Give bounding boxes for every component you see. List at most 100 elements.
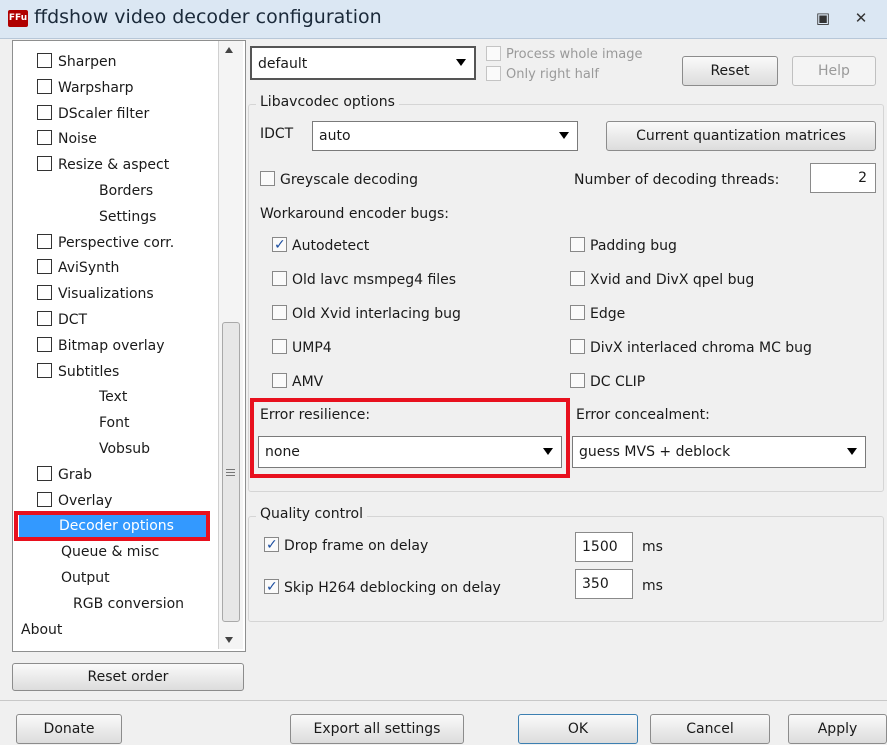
tree-item[interactable]: About xyxy=(21,619,62,641)
only-right-half-option[interactable]: Only right half xyxy=(486,65,599,84)
workaround-option[interactable]: Xvid and DivX qpel bug xyxy=(570,269,754,291)
tree-item-checkbox[interactable] xyxy=(37,53,52,68)
workaround-option[interactable]: Padding bug xyxy=(570,235,677,257)
drop-frame-checkbox[interactable] xyxy=(264,534,279,556)
tree-item[interactable]: Noise xyxy=(37,128,97,150)
process-whole-image-label: Process whole image xyxy=(506,47,643,62)
drop-frame-unit: ms xyxy=(642,539,663,555)
tree-item-label: AviSynth xyxy=(58,260,120,277)
quantization-matrices-button[interactable]: Current quantization matrices xyxy=(606,121,876,151)
scroll-up-icon[interactable] xyxy=(225,47,233,53)
workaround-option[interactable]: Old Xvid interlacing bug xyxy=(272,303,461,325)
tree-item[interactable]: Vobsub xyxy=(99,438,150,460)
grip-icon xyxy=(226,469,235,470)
tree-item[interactable]: DScaler filter xyxy=(37,103,149,125)
workaround-option[interactable]: DivX interlaced chroma MC bug xyxy=(570,337,812,359)
greyscale-option[interactable]: Greyscale decoding xyxy=(260,169,418,191)
tree-item-checkbox[interactable] xyxy=(37,311,52,326)
cancel-button[interactable]: Cancel xyxy=(650,714,770,744)
workaround-checkbox[interactable] xyxy=(570,305,585,320)
preset-combo[interactable]: default xyxy=(250,46,476,80)
filter-tree[interactable]: Sharpen Warpsharp DScaler filter Noise Resiz… xyxy=(12,40,246,652)
tree-item-label: Perspective corr. xyxy=(58,234,175,251)
workaround-checkbox[interactable] xyxy=(570,271,585,286)
workaround-option[interactable]: AMV xyxy=(272,371,323,393)
tree-item-checkbox[interactable] xyxy=(37,78,52,94)
process-whole-image-option[interactable]: Process whole image xyxy=(486,45,643,64)
tree-item-label: DScaler filter xyxy=(58,105,150,122)
tree-item[interactable]: Output xyxy=(61,567,110,589)
drop-frame-label: Drop frame on delay xyxy=(284,538,429,554)
workaround-checkbox[interactable] xyxy=(570,339,585,354)
skip-h264-checkbox[interactable] xyxy=(264,576,279,598)
restore-icon[interactable]: ▣ xyxy=(810,6,836,30)
scroll-down-icon[interactable] xyxy=(225,637,233,643)
workaround-label: UMP4 xyxy=(292,340,332,356)
drop-frame-input[interactable]: 1500 xyxy=(575,532,633,562)
idct-label: IDCT xyxy=(260,126,294,142)
drop-frame-option[interactable]: Drop frame on delay xyxy=(264,534,429,557)
threads-input[interactable]: 2 xyxy=(810,163,876,193)
workaround-checkbox[interactable] xyxy=(570,373,585,388)
greyscale-label: Greyscale decoding xyxy=(280,172,419,188)
tree-item[interactable]: Resize & aspect xyxy=(37,154,169,176)
close-icon[interactable]: ✕ xyxy=(848,6,874,30)
tree-item[interactable]: Font xyxy=(99,412,129,434)
tree-item-checkbox[interactable] xyxy=(37,465,52,481)
tree-item[interactable]: Sharpen xyxy=(37,51,116,73)
tree-item-checkbox[interactable] xyxy=(37,362,52,378)
only-right-half-checkbox[interactable] xyxy=(486,65,501,81)
tree-item-checkbox[interactable] xyxy=(37,259,52,275)
apply-button[interactable]: Apply xyxy=(788,714,887,744)
ok-button[interactable]: OK xyxy=(518,714,638,744)
idct-combo[interactable]: auto xyxy=(312,121,578,151)
tree-scroll-thumb[interactable] xyxy=(222,322,240,622)
process-whole-image-checkbox[interactable] xyxy=(486,45,501,61)
workaround-checkbox[interactable] xyxy=(272,339,287,354)
tree-item-checkbox[interactable] xyxy=(37,156,52,172)
tree-item[interactable]: Queue & misc xyxy=(61,541,159,563)
tree-item-checkbox[interactable] xyxy=(37,233,52,249)
tree-item[interactable]: Visualizations xyxy=(37,283,154,305)
skip-h264-input[interactable]: 350 xyxy=(575,569,633,599)
workaround-option[interactable]: Autodetect xyxy=(272,234,369,257)
workaround-checkbox[interactable] xyxy=(272,305,287,320)
tree-item-checkbox[interactable] xyxy=(37,336,52,352)
tree-item-checkbox[interactable] xyxy=(37,104,52,120)
error-concealment-combo[interactable]: guess MVS + deblock xyxy=(572,436,866,468)
tree-item[interactable]: AviSynth xyxy=(37,257,119,279)
export-settings-button[interactable]: Export all settings xyxy=(290,714,464,744)
error-concealment-value: guess MVS + deblock xyxy=(579,444,731,460)
workaround-checkbox[interactable] xyxy=(272,234,287,256)
reset-button[interactable]: Reset xyxy=(682,56,778,86)
tree-item[interactable]: Perspective corr. xyxy=(37,232,174,254)
workaround-checkbox[interactable] xyxy=(570,237,585,252)
tree-item[interactable]: Warpsharp xyxy=(37,77,134,99)
workaround-option[interactable]: Edge xyxy=(570,303,625,325)
tree-item[interactable]: Overlay xyxy=(37,490,112,512)
tree-item[interactable]: Bitmap overlay xyxy=(37,335,165,357)
help-button[interactable]: Help xyxy=(792,56,876,86)
reset-order-button[interactable]: Reset order xyxy=(12,663,244,691)
tree-item[interactable]: Settings xyxy=(99,206,156,228)
preset-value: default xyxy=(258,56,308,72)
chevron-down-icon xyxy=(456,59,466,66)
tree-item[interactable]: Grab xyxy=(37,464,92,486)
tree-item[interactable]: Subtitles xyxy=(37,361,119,383)
donate-button[interactable]: Donate xyxy=(16,714,122,744)
skip-h264-option[interactable]: Skip H264 deblocking on delay xyxy=(264,576,501,599)
tree-item[interactable]: Text xyxy=(99,386,127,408)
workaround-checkbox[interactable] xyxy=(272,373,287,388)
tree-item-checkbox[interactable] xyxy=(37,130,52,146)
tree-item[interactable]: Borders xyxy=(99,180,153,202)
tree-item-checkbox[interactable] xyxy=(37,285,52,301)
workaround-option[interactable]: DC CLIP xyxy=(570,371,645,393)
workaround-option[interactable]: UMP4 xyxy=(272,337,332,359)
tree-item-checkbox[interactable] xyxy=(37,491,52,507)
workaround-option[interactable]: Old lavc msmpeg4 files xyxy=(272,269,456,291)
tree-item[interactable]: RGB conversion xyxy=(73,593,184,615)
tree-item-label: About xyxy=(21,621,63,638)
tree-item[interactable]: DCT xyxy=(37,309,87,331)
greyscale-checkbox[interactable] xyxy=(260,171,275,186)
workaround-checkbox[interactable] xyxy=(272,271,287,286)
